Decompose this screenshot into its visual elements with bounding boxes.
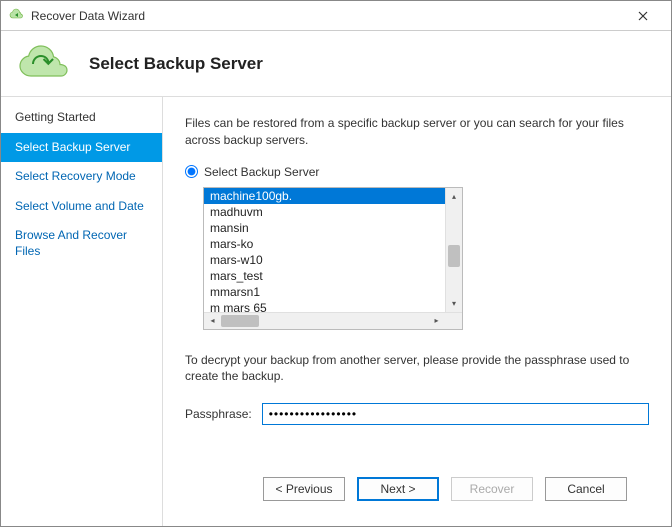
list-item[interactable]: machine100gb. xyxy=(204,188,445,204)
recover-data-wizard-window: Recover Data Wizard Select Backup Server… xyxy=(0,0,672,527)
server-listbox[interactable]: machine100gb. madhuvm mansin mars-ko mar… xyxy=(203,187,463,330)
vertical-scrollbar[interactable]: ▴ ▾ xyxy=(445,188,462,312)
scroll-left-arrow-icon[interactable]: ◂ xyxy=(204,313,221,329)
window-title: Recover Data Wizard xyxy=(31,9,623,23)
page-title: Select Backup Server xyxy=(89,54,263,74)
server-list-items[interactable]: machine100gb. madhuvm mansin mars-ko mar… xyxy=(204,188,445,312)
list-item[interactable]: mansin xyxy=(204,220,445,236)
list-item[interactable]: mars-w10 xyxy=(204,252,445,268)
passphrase-input[interactable] xyxy=(262,403,649,425)
select-backup-server-radio[interactable] xyxy=(185,165,198,178)
next-button[interactable]: Next > xyxy=(357,477,439,501)
select-backup-server-radio-label: Select Backup Server xyxy=(204,165,319,179)
cloud-refresh-icon xyxy=(15,42,75,86)
horizontal-scroll-track[interactable] xyxy=(221,313,428,329)
list-item[interactable]: mmarsn1 xyxy=(204,284,445,300)
list-item[interactable]: mars_test xyxy=(204,268,445,284)
sidebar-heading: Getting Started xyxy=(1,103,162,133)
wizard-footer: < Previous Next > Recover Cancel xyxy=(185,464,649,514)
select-backup-server-radio-row[interactable]: Select Backup Server xyxy=(185,165,649,179)
app-icon xyxy=(9,8,25,24)
wizard-main: Files can be restored from a specific ba… xyxy=(163,96,671,526)
sidebar-item-select-recovery-mode[interactable]: Select Recovery Mode xyxy=(1,162,162,192)
list-item[interactable]: m mars 65 xyxy=(204,300,445,312)
decrypt-instruction: To decrypt your backup from another serv… xyxy=(185,352,649,386)
wizard-sidebar: Getting Started Select Backup Server Sel… xyxy=(1,96,163,526)
sidebar-item-select-volume-and-date[interactable]: Select Volume and Date xyxy=(1,192,162,222)
wizard-body: Getting Started Select Backup Server Sel… xyxy=(1,96,671,526)
sidebar-item-browse-and-recover-files[interactable]: Browse And Recover Files xyxy=(1,221,162,266)
scroll-corner xyxy=(445,313,462,329)
recover-button: Recover xyxy=(451,477,533,501)
intro-text: Files can be restored from a specific ba… xyxy=(185,115,649,149)
horizontal-scroll-thumb[interactable] xyxy=(221,315,259,327)
vertical-scroll-thumb[interactable] xyxy=(448,245,460,267)
cancel-button[interactable]: Cancel xyxy=(545,477,627,501)
previous-button[interactable]: < Previous xyxy=(263,477,345,501)
horizontal-scrollbar[interactable]: ◂ ▸ xyxy=(204,312,462,329)
sidebar-item-select-backup-server[interactable]: Select Backup Server xyxy=(1,133,162,163)
scroll-down-arrow-icon[interactable]: ▾ xyxy=(446,295,462,312)
vertical-scroll-track[interactable] xyxy=(446,205,462,295)
titlebar: Recover Data Wizard xyxy=(1,1,671,31)
scroll-up-arrow-icon[interactable]: ▴ xyxy=(446,188,462,205)
scroll-right-arrow-icon[interactable]: ▸ xyxy=(428,313,445,329)
list-item[interactable]: mars-ko xyxy=(204,236,445,252)
passphrase-row: Passphrase: xyxy=(185,403,649,425)
list-item[interactable]: madhuvm xyxy=(204,204,445,220)
wizard-header: Select Backup Server xyxy=(1,31,671,96)
close-button[interactable] xyxy=(623,2,663,30)
passphrase-label: Passphrase: xyxy=(185,407,252,421)
